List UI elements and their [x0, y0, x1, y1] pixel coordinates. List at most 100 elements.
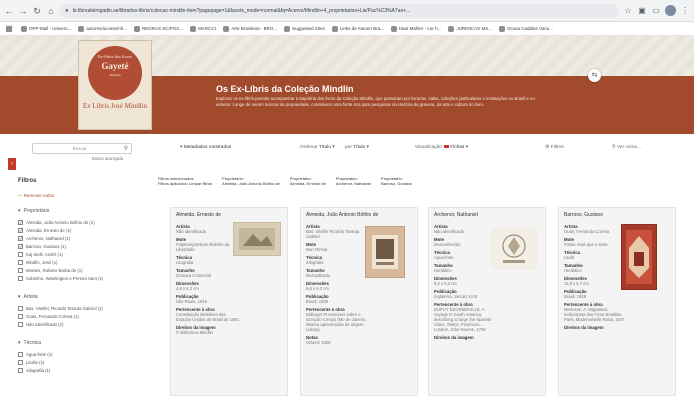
facet-option[interactable]: Kaj Sielk, André (1) [18, 252, 144, 257]
extensions-icon[interactable]: ▣ [637, 6, 647, 16]
checkbox[interactable] [18, 352, 23, 357]
bookmarks-bar: ▦ OPP-Mail - Univers... autores/acoesemh… [0, 22, 694, 36]
facet-option[interactable]: Guas, Fernando Correia (1) [18, 314, 144, 319]
checkbox[interactable] [18, 260, 23, 265]
card-fields: Artista Não identificado Mote Pulpitemprimi… [176, 224, 240, 335]
card-title[interactable]: Archenor, Nathaniel [434, 212, 540, 218]
item-card[interactable]: Almeida, Ernesto de Artista Não identific… [170, 207, 288, 396]
field-value: © Biblioteca Mindlin [176, 330, 213, 335]
item-card[interactable]: Barroso, Gustavo Artista Guas, Fernando C… [558, 207, 676, 396]
checkbox-checked[interactable]: ✓ [18, 228, 23, 233]
bookmark-item[interactable]: MARC21 [190, 25, 216, 32]
card-title[interactable]: Barroso, Gustavo [564, 212, 670, 218]
item-card[interactable]: Archenor, Nathaniel Artista Não identific… [428, 207, 546, 396]
facet-option[interactable]: ✓ Barroso, Gustavo (1) [18, 244, 144, 249]
clear-filters-link[interactable]: — Remover todos [18, 193, 144, 198]
facet-option[interactable]: Litolisi (1) [18, 360, 144, 365]
facet-option[interactable]: Agua-forte (1) [18, 352, 144, 357]
facet-option[interactable]: Bas. Vitelfer, Ricardo Tarauta Gabriel (… [18, 306, 144, 311]
card-title[interactable]: Almeida, João Antonio Bóthio de [306, 212, 412, 218]
checkbox[interactable] [18, 322, 23, 327]
view-as-button[interactable]: ⚲ Ver como... [612, 145, 641, 150]
bookmark-icon [134, 25, 141, 32]
filter-chip[interactable]: Proprietário: Barroso, Gustavo [381, 176, 412, 186]
field-value: 8,5 x 6,3 cm [434, 281, 457, 286]
checkbox[interactable] [18, 252, 23, 257]
bookmark-item[interactable]: Suggested Sites [284, 25, 325, 32]
menu-icon[interactable]: ⋮ [680, 6, 690, 16]
ex-libris-thumbnail[interactable] [621, 224, 657, 290]
filters-button[interactable]: ⚙ Filtros [545, 145, 564, 150]
advanced-search-link[interactable]: Busca avançada [92, 156, 123, 161]
filter-chip[interactable]: Proprietário: Archenor, Nathaniel [336, 176, 371, 186]
ex-libris-thumbnail[interactable] [365, 226, 405, 278]
checkbox[interactable] [18, 368, 23, 373]
facet-option[interactable]: Xilografia (1) [18, 368, 144, 373]
facet-artist-toggle[interactable]: ▾ Artista [18, 294, 144, 300]
bookmark-item[interactable]: OPP-Mail - Univers... [21, 25, 71, 32]
facet-option[interactable]: Sobrinho, Washington e Pereira Sant (1) [18, 276, 144, 281]
facet-option-label: Sobrinho, Washington e Pereira Sant (1) [26, 276, 104, 281]
facet-owner-list: ✓ Almeida, João Antonio Bóthio de (1) ✓ Alm… [18, 220, 144, 281]
sidebar-toggle-button[interactable]: ‹ [8, 158, 16, 170]
star-icon[interactable]: ☆ [623, 6, 633, 16]
facet-option[interactable]: Mindlin, José (1) [18, 260, 144, 265]
per-page-dropdown[interactable]: por Título ▾ [345, 145, 369, 150]
puzzle-icon[interactable]: ▭ [651, 6, 661, 16]
facet-technique-toggle[interactable]: ▾ Técnica [18, 340, 144, 346]
bookmark-item[interactable]: REGRAS SCIPOS... [134, 25, 183, 32]
filter-chip[interactable]: Filtros selecionados: Filtros aplicados: … [158, 176, 212, 186]
bookmark-item[interactable]: autores/acoesemh... [78, 25, 127, 32]
facet-option[interactable]: ✓ Almeida, João Antonio Bóthio de (1) [18, 220, 144, 225]
bookmark-item[interactable]: JURIDICAS MS... [448, 25, 492, 32]
facet-option-label: Agua-forte (1) [26, 352, 53, 357]
checkbox[interactable] [18, 314, 23, 319]
checkbox-checked[interactable]: ✓ [18, 220, 23, 225]
facet-option[interactable]: Moraes, Rubens Borba de (1) [18, 268, 144, 273]
search-icon[interactable]: ⚲ [124, 145, 128, 152]
ex-libris-thumbnail[interactable] [491, 228, 537, 270]
field-label: Direitos da imagem [564, 325, 604, 330]
field-value: Diálogos Proveitosos sobre o Gonçalo Cre… [306, 312, 367, 332]
filter-chip[interactable]: Proprietário: Almeida, Ernesto de [290, 176, 326, 186]
checkbox-checked[interactable]: ✓ [18, 244, 23, 249]
facet-option[interactable]: ✓ Archenor, Nathaniel (1) [18, 236, 144, 241]
share-icon[interactable]: ⇆ [588, 69, 601, 82]
card-title[interactable]: Almeida, Ernesto de [176, 212, 282, 218]
filter-chip[interactable]: Proprietário: Almeida, João Antonio Bóthi… [222, 176, 280, 186]
back-icon[interactable]: ← [4, 6, 14, 16]
facet-option-label: Moraes, Rubens Borba de (1) [26, 268, 83, 273]
profile-avatar[interactable] [665, 5, 676, 16]
facet-option[interactable]: Não Identificado (2) [18, 322, 144, 327]
bookmark-item[interactable]: Haut Mahler - Ler h... [390, 25, 441, 32]
field-value: Menezes, A. Migrations Indiscriptas dos … [564, 307, 625, 322]
view-mode-dropdown[interactable]: Visualização Fichas ▾ [415, 145, 468, 150]
ex-libris-thumbnail[interactable] [233, 222, 281, 256]
search-input[interactable]: Buscar ⚲ [32, 143, 132, 154]
checkbox-checked[interactable]: ✓ [18, 236, 23, 241]
bookmark-item[interactable]: Links de Ateneo Bra... [331, 25, 384, 32]
bookmark-item[interactable]: Arte Brasileira - BRO... [223, 25, 277, 32]
item-card[interactable]: Almeida, João Antonio Bóthio de Artista B… [300, 207, 418, 396]
facet-owner-toggle[interactable]: ▾ Proprietário [18, 208, 144, 214]
facet-option[interactable]: ✓ Almeida, Ernesto de (1) [18, 228, 144, 233]
sort-dropdown[interactable]: Ordenar Título ▾ [300, 145, 335, 150]
apps-icon[interactable]: ▦ [4, 24, 14, 34]
checkbox[interactable] [18, 268, 23, 273]
address-bar[interactable]: ● br.librealeimgadin.se/librat/ex-libris… [60, 3, 619, 18]
field-value: Heráldico [434, 268, 452, 273]
checkbox[interactable] [18, 360, 23, 365]
home-icon[interactable]: ⌂ [46, 6, 56, 16]
checkbox[interactable] [18, 306, 23, 311]
metadata-dropdown[interactable]: ▾ Metadados mostrados [180, 145, 231, 150]
bookmark-icon [284, 25, 291, 32]
facet-option-label: Almeida, Ernesto de (1) [26, 228, 72, 233]
checkbox[interactable] [18, 276, 23, 281]
ex-libris-logo: Ex-libris dos livros Gayeté Mindlin Ex L… [78, 40, 152, 130]
forward-icon[interactable]: → [18, 6, 28, 16]
facet-option-label: Litolisi (1) [26, 360, 45, 365]
reload-icon[interactable]: ↻ [32, 6, 42, 16]
bookmark-icon [390, 25, 397, 32]
bookmark-item[interactable]: Ocusa Caddies Vanu... [498, 25, 553, 32]
chevron-down-icon: ▾ [18, 294, 21, 300]
